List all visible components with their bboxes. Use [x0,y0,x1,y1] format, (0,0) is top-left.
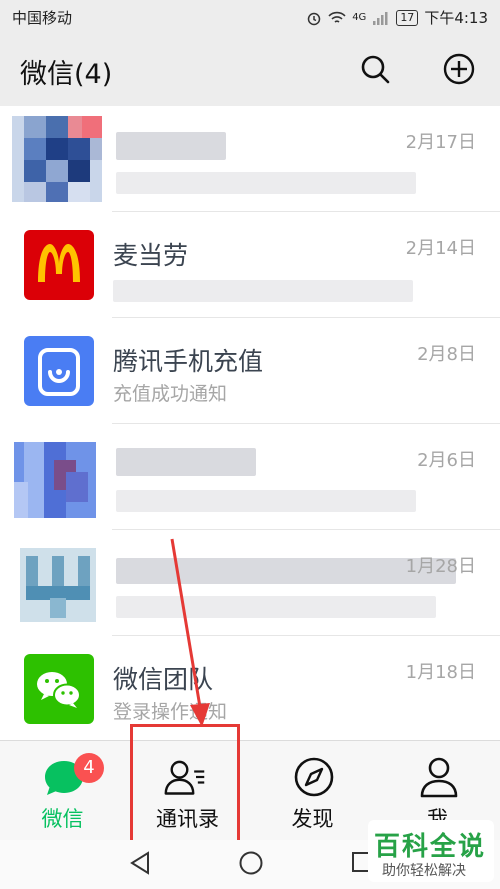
chat-preview: 充值成功通知 [113,383,228,405]
signal-icon [373,11,388,25]
chat-date: 2月14日 [405,238,476,259]
tab-label: 微信 [41,807,84,831]
tab-chats[interactable]: 4 微信 [0,741,125,841]
blurred-avatar-icon [14,442,96,518]
add-icon[interactable] [442,52,476,86]
wechat-logo-icon [24,654,94,724]
clock: 下午4:13 [424,9,488,27]
status-icons: 4G 17 下午4:13 [306,7,488,28]
blurred-avatar-icon [12,116,102,202]
chat-date: 1月28日 [405,556,476,577]
blurred-preview [116,172,416,194]
chat-row-wechat-team[interactable]: 微信团队 登录操作通知 1月18日 [0,636,500,742]
watermark-subtitle: 助你轻松解决 [382,863,466,879]
chat-date: 1月18日 [405,662,476,683]
page-title: 微信(4) [20,59,113,90]
search-icon[interactable] [358,52,392,86]
carrier-label: 中国移动 [12,9,73,27]
watermark: 百科全说 助你轻松解决 [368,820,494,882]
blurred-name [116,132,226,160]
chat-list: 2月17日 麦当劳 2月14日 腾讯手机充值 充值成功通知 2月8日 2月6日 … [0,106,500,742]
chat-row[interactable]: 1月28日 [0,530,500,636]
back-icon[interactable] [128,850,152,876]
mcdonalds-logo-icon [24,230,94,300]
red-arrow-annotation [170,538,210,727]
battery-level: 17 [396,9,419,26]
chat-row[interactable]: 2月6日 [0,424,500,530]
blurred-name [116,448,256,476]
wifi-icon [328,11,346,23]
person-icon [420,757,458,798]
blurred-preview [113,280,413,302]
tab-discover[interactable]: 发现 [250,741,375,841]
chat-name: 麦当劳 [113,241,189,270]
chat-date: 2月8日 [417,344,476,365]
chat-row-tencent-recharge[interactable]: 腾讯手机充值 充值成功通知 2月8日 [0,318,500,424]
chat-date: 2月6日 [417,450,476,471]
status-bar: 中国移动 4G 17 下午4:13 [0,0,500,34]
watermark-title: 百科全说 [374,832,487,862]
app-header: 微信(4) [0,34,500,106]
compass-icon [294,757,334,797]
home-icon[interactable] [238,850,264,876]
phone-recharge-icon [24,336,94,406]
blurred-avatar-icon [20,548,96,622]
blurred-preview [116,490,416,512]
unread-badge: 4 [74,753,104,783]
highlight-box-annotation [130,724,240,850]
chat-name: 腾讯手机充值 [113,347,264,376]
chat-row-mcdonalds[interactable]: 麦当劳 2月14日 [0,212,500,318]
tab-label: 发现 [291,807,334,831]
chat-date: 2月17日 [405,132,476,153]
chat-row[interactable]: 2月17日 [0,106,500,212]
network-type: 4G [352,12,367,23]
alarm-icon [307,12,321,25]
